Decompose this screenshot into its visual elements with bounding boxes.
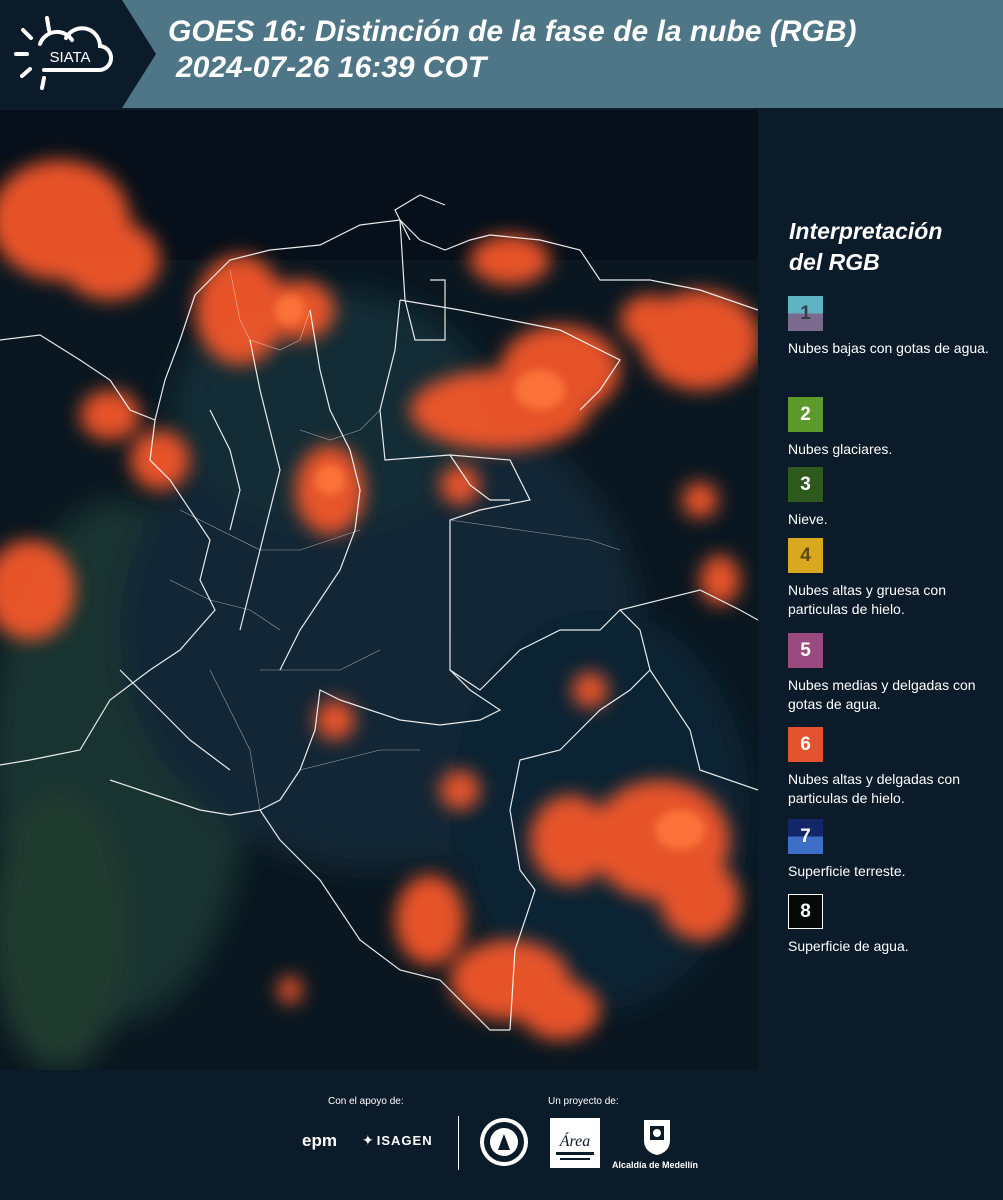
legend-item: 8 Superficie de agua. (788, 894, 1000, 956)
legend-label: Nubes medias y delgadas con gotas de agu… (788, 677, 976, 712)
legend-label: Superficie de agua. (788, 938, 909, 954)
page-title: GOES 16: Distinción de la fase de la nub… (168, 14, 856, 86)
svg-text:Área: Área (559, 1131, 591, 1150)
isagen-icon: ✦ (362, 1132, 375, 1148)
legend-number: 2 (800, 403, 811, 425)
alcaldia-label: Alcaldía de Medellín (612, 1160, 699, 1170)
legend-swatch: 4 (788, 538, 823, 573)
legend-label: Nubes bajas con gotas de agua. (788, 340, 989, 356)
legend-item: 1 Nubes bajas con gotas de agua. (788, 296, 1000, 358)
area-metropolitana-logo: Área (550, 1118, 600, 1168)
legend-swatch: 8 (788, 894, 823, 929)
legend-item: 6 Nubes altas y delgadas con particulas d… (788, 727, 1000, 808)
university-seal-icon (480, 1118, 528, 1166)
legend-number: 3 (800, 473, 811, 495)
medellin-shield-icon (644, 1120, 670, 1155)
legend-label: Superficie terreste. (788, 863, 906, 879)
rgb-satellite-image (0, 110, 758, 1070)
legend-label: Nubes altas y delgadas con particulas de… (788, 771, 960, 806)
legend-swatch: 3 (788, 467, 823, 502)
epm-logo: epm (302, 1131, 337, 1150)
legend-number: 7 (800, 825, 811, 847)
legend-number: 5 (800, 639, 811, 661)
legend-label: Nubes glaciares. (788, 441, 893, 457)
logo-chevron (122, 0, 158, 108)
legend-label: Nieve. (788, 511, 828, 527)
footer-divider (458, 1116, 459, 1170)
support-label: Con el apoyo de: (328, 1096, 404, 1107)
legend-item: 2 Nubes glaciares. (788, 397, 1000, 459)
title-line-1: GOES 16: Distinción de la fase de la nub… (168, 15, 857, 48)
legend-swatch: 5 (788, 633, 823, 668)
legend-number: 8 (800, 900, 811, 922)
legend-title-line-1: Interpretación (789, 218, 943, 244)
legend-panel: Interpretación del RGB 1 Nubes bajas con … (760, 110, 1003, 1070)
legend-title-line-2: del RGB (789, 249, 880, 275)
legend-swatch: 6 (788, 727, 823, 762)
legend-swatch: 1 (788, 296, 823, 331)
footer: Con el apoyo de: epm ✦ ISAGEN Un proyecto… (0, 1072, 1003, 1200)
legend-number: 4 (800, 544, 811, 566)
legend-swatch: 2 (788, 397, 823, 432)
title-line-2: 2024-07-26 16:39 COT (176, 51, 487, 84)
legend-item: 5 Nubes medias y delgadas con gotas de ag… (788, 633, 1000, 714)
isagen-logo-text: ISAGEN (376, 1133, 433, 1148)
satellite-map (0, 110, 758, 1070)
legend-item: 7 Superficie terreste. (788, 819, 1000, 881)
legend-number: 6 (800, 733, 811, 755)
sun-cloud-icon: SIATA (14, 16, 113, 90)
legend-number: 1 (800, 302, 811, 324)
area-metropolitana-icon: Área (556, 1131, 594, 1160)
legend-label: Nubes altas y gruesa con particulas de h… (788, 582, 946, 617)
legend-item: 4 Nubes altas y gruesa con particulas de … (788, 538, 1000, 619)
legend-title: Interpretación del RGB (789, 216, 942, 278)
svg-text:SIATA: SIATA (49, 49, 90, 66)
isagen-logo: ✦ ISAGEN (362, 1132, 433, 1149)
legend-item: 3 Nieve. (788, 467, 1000, 529)
siata-logo: SIATA (0, 0, 122, 108)
header-bar: SIATA GOES 16: Distinción de la fase de … (0, 0, 1003, 108)
project-label: Un proyecto de: (548, 1096, 619, 1107)
legend-swatch: 7 (788, 819, 823, 854)
